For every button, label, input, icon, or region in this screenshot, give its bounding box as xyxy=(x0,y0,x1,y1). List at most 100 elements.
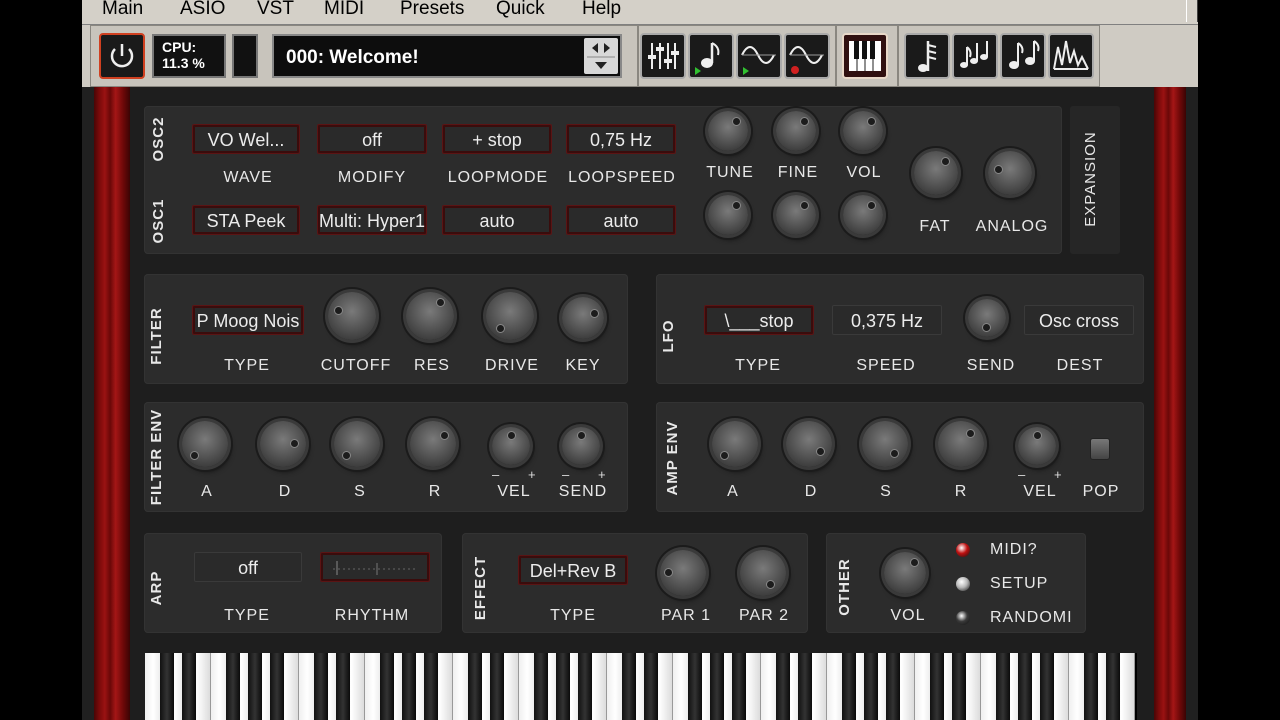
black-key[interactable] xyxy=(1084,653,1098,720)
osc1-modify[interactable]: Multi: Hyper1 xyxy=(317,205,427,235)
osc1-fine-knob[interactable] xyxy=(776,195,816,235)
black-key[interactable] xyxy=(314,653,328,720)
menu-main[interactable]: Main xyxy=(102,0,143,20)
black-key[interactable] xyxy=(160,653,174,720)
piano-button[interactable] xyxy=(842,33,888,79)
note-button[interactable] xyxy=(688,33,734,79)
double-note-button[interactable] xyxy=(1000,33,1046,79)
amp-env-r-knob[interactable] xyxy=(938,421,984,467)
menu-quick[interactable]: Quick xyxy=(496,0,545,20)
black-key[interactable] xyxy=(534,653,548,720)
menu-help[interactable]: Help xyxy=(582,0,621,20)
black-key[interactable] xyxy=(182,653,196,720)
black-key[interactable] xyxy=(798,653,812,720)
lfo-speed[interactable]: 0,375 Hz xyxy=(832,305,942,335)
arp-type[interactable]: off xyxy=(194,552,302,582)
key-knob[interactable] xyxy=(562,297,604,339)
menu-presets[interactable]: Presets xyxy=(400,0,464,20)
filter-env-r-knob[interactable] xyxy=(410,421,456,467)
black-key[interactable] xyxy=(1106,653,1120,720)
filter-type[interactable]: P Moog Nois xyxy=(192,305,304,335)
filter-env-send-knob[interactable] xyxy=(562,427,600,465)
filter-env-a-knob[interactable] xyxy=(182,421,228,467)
effect-type[interactable]: Del+Rev B xyxy=(518,555,628,585)
osc-red-button[interactable] xyxy=(784,33,830,79)
notes-button[interactable] xyxy=(952,33,998,79)
cutoff-knob[interactable] xyxy=(328,292,376,340)
osc1-wave[interactable]: STA Peek xyxy=(192,205,300,235)
power-button[interactable] xyxy=(99,33,145,79)
mixer-button[interactable] xyxy=(640,33,686,79)
osc2-modify[interactable]: off xyxy=(317,124,427,154)
black-key[interactable] xyxy=(776,653,790,720)
osc1-tune-knob[interactable] xyxy=(708,195,748,235)
lfo-type[interactable]: \___stop xyxy=(704,305,814,335)
spectrum-button[interactable] xyxy=(1048,33,1094,79)
black-key[interactable] xyxy=(644,653,658,720)
menu-midi[interactable]: MIDI xyxy=(324,0,364,20)
black-key[interactable] xyxy=(402,653,416,720)
amp-env-a-knob[interactable] xyxy=(712,421,758,467)
osc1-loopspeed[interactable]: auto xyxy=(566,205,676,235)
par1-knob[interactable] xyxy=(660,550,706,596)
osc1-loopmode[interactable]: auto xyxy=(442,205,552,235)
preset-nav[interactable] xyxy=(584,38,618,74)
black-key[interactable] xyxy=(556,653,570,720)
amp-env-d-knob[interactable] xyxy=(786,421,832,467)
midi-led[interactable] xyxy=(956,543,970,557)
filter-env-s-knob[interactable] xyxy=(334,421,380,467)
osc2-vol-knob[interactable] xyxy=(843,111,883,151)
amp-env-s-knob[interactable] xyxy=(862,421,908,467)
osc1-vol-knob[interactable] xyxy=(843,195,883,235)
black-key[interactable] xyxy=(864,653,878,720)
osc2-tune-knob[interactable] xyxy=(708,111,748,151)
black-key[interactable] xyxy=(226,653,240,720)
setup-option[interactable]: SETUP xyxy=(990,575,1048,593)
black-key[interactable] xyxy=(578,653,592,720)
sequencer-button[interactable] xyxy=(904,33,950,79)
osc2-loopspeed[interactable]: 0,75 Hz xyxy=(566,124,676,154)
filter-env-vel-knob[interactable] xyxy=(492,427,530,465)
black-key[interactable] xyxy=(380,653,394,720)
lfo-send-knob[interactable] xyxy=(968,299,1006,337)
black-key[interactable] xyxy=(1040,653,1054,720)
black-key[interactable] xyxy=(336,653,350,720)
arp-rhythm[interactable] xyxy=(320,552,430,582)
black-key[interactable] xyxy=(930,653,944,720)
menu-vst[interactable]: VST xyxy=(257,0,294,20)
black-key[interactable] xyxy=(622,653,636,720)
black-key[interactable] xyxy=(886,653,900,720)
menu-asio[interactable]: ASIO xyxy=(180,0,225,20)
fat-knob[interactable] xyxy=(914,151,958,195)
midi-option[interactable]: MIDI? xyxy=(990,541,1038,559)
res-knob[interactable] xyxy=(406,292,454,340)
black-key[interactable] xyxy=(270,653,284,720)
amp-env-vel-knob[interactable] xyxy=(1018,427,1056,465)
osc-green-button[interactable] xyxy=(736,33,782,79)
drive-knob[interactable] xyxy=(486,292,534,340)
black-key[interactable] xyxy=(996,653,1010,720)
preset-display[interactable]: 000: Welcome! xyxy=(272,34,622,78)
osc2-wave[interactable]: VO Wel... xyxy=(192,124,300,154)
black-key[interactable] xyxy=(490,653,504,720)
black-key[interactable] xyxy=(952,653,966,720)
filter-env-d-knob[interactable] xyxy=(260,421,306,467)
randomize-led[interactable] xyxy=(956,611,970,625)
black-key[interactable] xyxy=(688,653,702,720)
analog-knob[interactable] xyxy=(988,151,1032,195)
black-key[interactable] xyxy=(710,653,724,720)
black-key[interactable] xyxy=(842,653,856,720)
osc2-loopmode[interactable]: + stop xyxy=(442,124,552,154)
piano-keyboard[interactable] xyxy=(145,653,1137,720)
lfo-dest[interactable]: Osc cross xyxy=(1024,305,1134,335)
osc2-fine-knob[interactable] xyxy=(776,111,816,151)
master-vol-knob[interactable] xyxy=(884,552,926,594)
black-key[interactable] xyxy=(468,653,482,720)
setup-led[interactable] xyxy=(956,577,970,591)
black-key[interactable] xyxy=(732,653,746,720)
randomize-option[interactable]: RANDOMI xyxy=(990,609,1073,627)
black-key[interactable] xyxy=(424,653,438,720)
par2-knob[interactable] xyxy=(740,550,786,596)
pop-switch[interactable] xyxy=(1090,438,1110,460)
black-key[interactable] xyxy=(1018,653,1032,720)
